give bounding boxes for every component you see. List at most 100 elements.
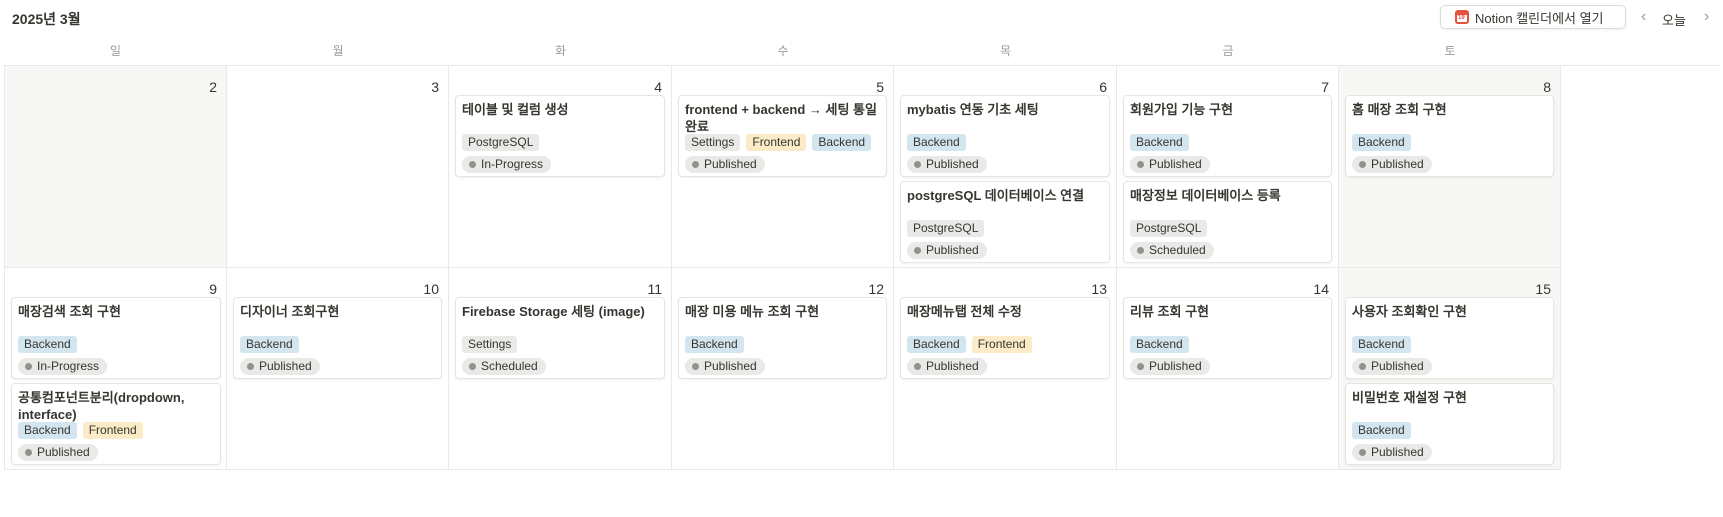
- event-card[interactable]: 비밀번호 재설정 구현 Backend Published: [1345, 383, 1554, 465]
- status-badge: Scheduled: [462, 358, 546, 375]
- status-label: Published: [1371, 157, 1424, 171]
- tag-backend: Backend: [685, 336, 744, 353]
- status-badge: Published: [18, 444, 98, 461]
- tag-backend: Backend: [1352, 422, 1411, 439]
- event-card[interactable]: 매장검색 조회 구현 Backend In-Progress: [11, 297, 221, 379]
- chevron-right-icon[interactable]: ›: [1704, 8, 1709, 26]
- event-tags: Backend: [685, 336, 744, 353]
- day-number: 8: [1543, 79, 1551, 95]
- event-card[interactable]: 사용자 조회확인 구현 Backend Published: [1345, 297, 1554, 379]
- calendar-day-cell[interactable]: 5 frontend + backend → 세팅 통일 완료 Settings Fr…: [672, 66, 894, 268]
- calendar-day-cell[interactable]: 11 Firebase Storage 세팅 (image) Settings Sch…: [449, 268, 672, 470]
- calendar-day-cell[interactable]: 15 사용자 조회확인 구현 Backend Published 비밀번호 재설정 구현…: [1339, 268, 1561, 470]
- event-card[interactable]: 매장 미용 메뉴 조회 구현 Backend Published: [678, 297, 887, 379]
- status-label: Published: [926, 359, 979, 373]
- status-label: Published: [926, 157, 979, 171]
- tag-backend: Backend: [1130, 134, 1189, 151]
- event-card[interactable]: 공통컴포넌트분리(dropdown, interface) Backend Fron…: [11, 383, 221, 465]
- event-title: 홈 매장 조회 구현: [1352, 102, 1447, 117]
- tag-frontend: Frontend: [82, 422, 143, 439]
- event-tags: Backend: [907, 134, 966, 151]
- event-card[interactable]: 리뷰 조회 구현 Backend Published: [1123, 297, 1332, 379]
- calendar-header: 2025년 3월 19 Notion 캘린더에서 열기 ‹ 오늘 ›: [0, 0, 1723, 36]
- status-label: Published: [704, 157, 757, 171]
- tag-frontend: Frontend: [746, 134, 807, 151]
- tag-settings: Settings: [462, 336, 518, 353]
- status-badge: Published: [685, 156, 765, 173]
- event-tags: Backend: [240, 336, 299, 353]
- tag-postgresql: PostgreSQL: [1130, 220, 1208, 237]
- event-title: 매장 미용 메뉴 조회 구현: [685, 304, 820, 319]
- event-card[interactable]: 테이블 및 컬럼 생성 PostgreSQL In-Progress: [455, 95, 665, 177]
- calendar-day-cell[interactable]: 6 mybatis 연동 기초 세팅 Backend Published postgre…: [894, 66, 1117, 268]
- status-label: Scheduled: [481, 359, 538, 373]
- tag-backend: Backend: [1352, 336, 1411, 353]
- calendar-day-cell[interactable]: 13 매장메뉴탭 전체 수정 Backend Frontend Published: [894, 268, 1117, 470]
- event-card[interactable]: 홈 매장 조회 구현 Backend Published: [1345, 95, 1554, 177]
- event-title: 비밀번호 재설정 구현: [1352, 390, 1467, 405]
- open-in-notion-calendar-label: Notion 캘린더에서 열기: [1475, 10, 1604, 26]
- calendar-day-cell[interactable]: 8 홈 매장 조회 구현 Backend Published: [1339, 66, 1561, 268]
- calendar-day-cell[interactable]: 14 리뷰 조회 구현 Backend Published: [1117, 268, 1339, 470]
- status-label: Published: [704, 359, 757, 373]
- status-dot-icon: [1137, 363, 1144, 370]
- status-badge: Published: [685, 358, 765, 375]
- day-number: 15: [1535, 281, 1551, 297]
- event-tags: Settings: [462, 336, 518, 353]
- event-card[interactable]: frontend + backend → 세팅 통일 완료 Settings Fro…: [678, 95, 887, 177]
- event-tags: Backend: [1130, 134, 1189, 151]
- status-dot-icon: [25, 449, 32, 456]
- status-badge: Published: [907, 242, 987, 259]
- event-card[interactable]: postgreSQL 데이터베이스 연결 PostgreSQL Published: [900, 181, 1110, 263]
- status-badge: Published: [907, 358, 987, 375]
- event-card[interactable]: Firebase Storage 세팅 (image) Settings Sched…: [455, 297, 665, 379]
- day-number: 11: [647, 281, 662, 297]
- day-number: 5: [876, 79, 884, 95]
- status-dot-icon: [914, 161, 921, 168]
- status-badge: Published: [1352, 444, 1432, 461]
- event-card[interactable]: 회원가입 기능 구현 Backend Published: [1123, 95, 1332, 177]
- status-label: Published: [926, 243, 979, 257]
- calendar-day-cell[interactable]: 2: [4, 66, 227, 268]
- tag-frontend: Frontend: [971, 336, 1032, 353]
- status-label: Published: [259, 359, 312, 373]
- event-card[interactable]: 매장정보 데이터베이스 등록 PostgreSQL Scheduled: [1123, 181, 1332, 263]
- tag-postgresql: PostgreSQL: [462, 134, 540, 151]
- event-tags: Backend: [1352, 422, 1411, 439]
- status-dot-icon: [1359, 363, 1366, 370]
- weekday-header-row: 일월화수목금토: [4, 36, 1719, 64]
- event-tags: Backend Frontend: [18, 422, 143, 439]
- tag-backend: Backend: [18, 422, 77, 439]
- status-dot-icon: [469, 161, 476, 168]
- event-tags: PostgreSQL: [1130, 220, 1208, 237]
- status-label: Published: [1371, 445, 1424, 459]
- status-badge: Published: [907, 156, 987, 173]
- status-dot-icon: [1359, 161, 1366, 168]
- status-label: Published: [1149, 157, 1202, 171]
- status-dot-icon: [692, 363, 699, 370]
- calendar-day-cell[interactable]: 3: [227, 66, 449, 268]
- event-tags: Backend: [1352, 134, 1411, 151]
- calendar-day-cell[interactable]: 4 테이블 및 컬럼 생성 PostgreSQL In-Progress: [449, 66, 672, 268]
- status-label: Published: [1371, 359, 1424, 373]
- event-title: 리뷰 조회 구현: [1130, 304, 1209, 319]
- today-button[interactable]: 오늘: [1662, 10, 1686, 29]
- weekday-label: 목: [999, 44, 1012, 58]
- day-number: 7: [1321, 79, 1329, 95]
- status-dot-icon: [1137, 161, 1144, 168]
- event-tags: PostgreSQL: [462, 134, 540, 151]
- calendar-day-cell[interactable]: 7 회원가입 기능 구현 Backend Published 매장정보 데이터베이스 등…: [1117, 66, 1339, 268]
- event-card[interactable]: 디자이너 조회구현 Backend Published: [233, 297, 442, 379]
- status-dot-icon: [914, 363, 921, 370]
- tag-backend: Backend: [18, 336, 77, 353]
- event-card[interactable]: mybatis 연동 기초 세팅 Backend Published: [900, 95, 1110, 177]
- calendar-day-cell[interactable]: 10 디자이너 조회구현 Backend Published: [227, 268, 449, 470]
- open-in-notion-calendar-button[interactable]: 19 Notion 캘린더에서 열기: [1440, 5, 1626, 29]
- event-card[interactable]: 매장메뉴탭 전체 수정 Backend Frontend Published: [900, 297, 1110, 379]
- calendar-day-cell[interactable]: 12 매장 미용 메뉴 조회 구현 Backend Published: [672, 268, 894, 470]
- chevron-left-icon[interactable]: ‹: [1641, 8, 1646, 26]
- month-title: 2025년 3월: [12, 11, 81, 27]
- event-tags: Backend Frontend: [907, 336, 1032, 353]
- calendar-grid: 2 3 4 테이블 및 컬럼 생성 PostgreSQL In-Progress 5 fron…: [4, 65, 1719, 517]
- calendar-day-cell[interactable]: 9 매장검색 조회 구현 Backend In-Progress 공통컴포넌트분리(dr…: [4, 268, 227, 470]
